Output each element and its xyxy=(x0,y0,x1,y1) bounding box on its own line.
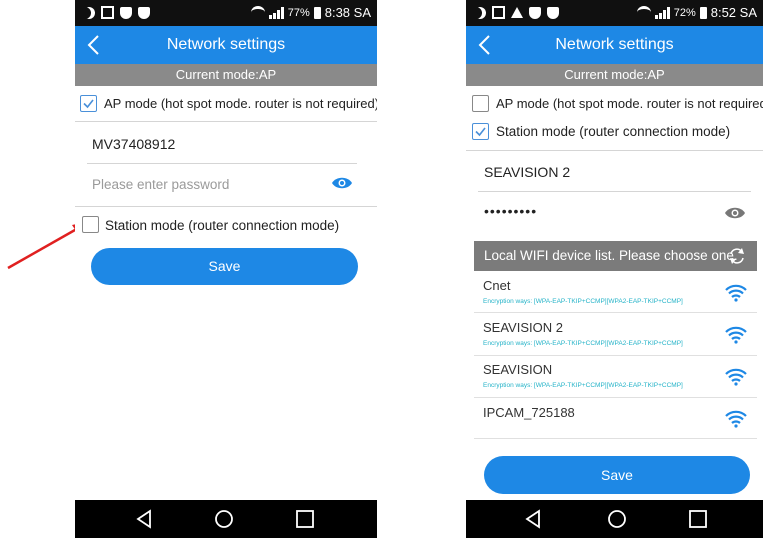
shield-icon xyxy=(138,6,150,19)
wifi-item-name[interactable]: IPCAM_725188 xyxy=(483,405,575,420)
page-title: Network settings xyxy=(555,36,674,53)
station-mode-label: Station mode (router connection mode) xyxy=(105,218,340,233)
wifi-item-encryption: Encryption ways: [WPA-EAP-TKIP+CCMP][WPA… xyxy=(483,382,683,389)
battery-icon xyxy=(313,6,321,19)
check-icon xyxy=(475,127,486,137)
battery-percent: 72% xyxy=(673,6,696,19)
shield-icon xyxy=(120,6,132,19)
divider xyxy=(474,438,757,439)
divider xyxy=(75,121,377,122)
wifi-item-encryption: Encryption ways: [WPA-EAP-TKIP+CCMP][WPA… xyxy=(483,340,683,347)
moon-icon xyxy=(474,7,486,19)
android-nav-bar xyxy=(75,500,377,538)
wifi-signal-icon xyxy=(725,410,747,428)
wifi-item-name[interactable]: SEAVISION xyxy=(483,362,552,377)
moon-icon xyxy=(83,7,95,19)
page-title: Network settings xyxy=(166,36,286,53)
shield-icon xyxy=(529,6,541,19)
divider xyxy=(466,150,763,151)
wifi-list-title: Local WIFI device list. Please choose on… xyxy=(484,248,738,263)
refresh-icon[interactable] xyxy=(727,246,747,266)
battery-icon xyxy=(699,6,707,19)
clock: 8:38 SA xyxy=(324,5,371,20)
station-mode-checkbox[interactable] xyxy=(82,216,99,233)
battery-percent: 77% xyxy=(287,6,310,19)
wifi-status-icon xyxy=(636,6,651,19)
save-button[interactable]: Save xyxy=(484,456,750,494)
status-bar: 72% 8:52 SA xyxy=(466,0,763,26)
circle-home-icon[interactable] xyxy=(607,509,627,529)
warning-icon xyxy=(511,7,523,18)
ap-mode-label: AP mode (hot spot mode. router is not re… xyxy=(104,96,377,111)
ap-mode-label: AP mode (hot spot mode. router is not re… xyxy=(496,96,763,111)
status-bar: 77% 8:38 SA xyxy=(75,0,377,26)
app-bar: Network settings xyxy=(75,26,377,64)
square-recent-icon[interactable] xyxy=(688,509,708,529)
ap-mode-checkbox[interactable] xyxy=(472,95,489,112)
circle-home-icon[interactable] xyxy=(214,509,234,529)
divider xyxy=(474,397,757,398)
divider xyxy=(87,163,357,164)
ssid-field[interactable]: MV37408912 xyxy=(92,136,175,152)
signal-icon xyxy=(268,6,284,19)
app-bar: Network settings xyxy=(466,26,763,64)
eye-icon[interactable] xyxy=(331,176,353,190)
image-icon xyxy=(492,6,505,19)
wifi-status-icon xyxy=(250,6,265,19)
ssid-field[interactable]: SEAVISION 2 xyxy=(484,164,570,180)
wifi-signal-icon xyxy=(725,368,747,386)
eye-icon[interactable] xyxy=(724,206,746,220)
current-mode-banner: Current mode:AP xyxy=(466,64,763,86)
phone-screen-left: 77% 8:38 SA Network settings Current mod… xyxy=(75,0,377,538)
wifi-signal-icon xyxy=(725,326,747,344)
station-mode-checkbox[interactable] xyxy=(472,123,489,140)
wifi-item-encryption: Encryption ways: [WPA-EAP-TKIP+CCMP][WPA… xyxy=(483,298,683,305)
ap-mode-checkbox[interactable] xyxy=(80,95,97,112)
image-icon xyxy=(101,6,114,19)
shield-icon xyxy=(547,6,559,19)
signal-icon xyxy=(654,6,670,19)
square-recent-icon[interactable] xyxy=(295,509,315,529)
triangle-back-icon[interactable] xyxy=(524,509,542,529)
triangle-back-icon[interactable] xyxy=(135,509,153,529)
password-field[interactable]: Please enter password xyxy=(92,177,229,192)
save-button[interactable]: Save xyxy=(91,248,358,285)
wifi-list-header: Local WIFI device list. Please choose on… xyxy=(474,241,757,271)
wifi-item-name[interactable]: SEAVISION 2 xyxy=(483,320,563,335)
clock: 8:52 SA xyxy=(710,5,757,20)
divider xyxy=(474,355,757,356)
station-mode-label: Station mode (router connection mode) xyxy=(496,124,731,139)
check-icon xyxy=(83,99,94,109)
divider xyxy=(75,206,377,207)
divider xyxy=(478,191,751,192)
android-nav-bar xyxy=(466,500,763,538)
password-field[interactable]: ••••••••• xyxy=(484,203,537,219)
current-mode-banner: Current mode:AP xyxy=(75,64,377,86)
wifi-signal-icon xyxy=(725,284,747,302)
wifi-item-name[interactable]: Cnet xyxy=(483,278,510,293)
phone-screen-right: 72% 8:52 SA Network settings Current mod… xyxy=(466,0,763,538)
divider xyxy=(474,312,757,313)
